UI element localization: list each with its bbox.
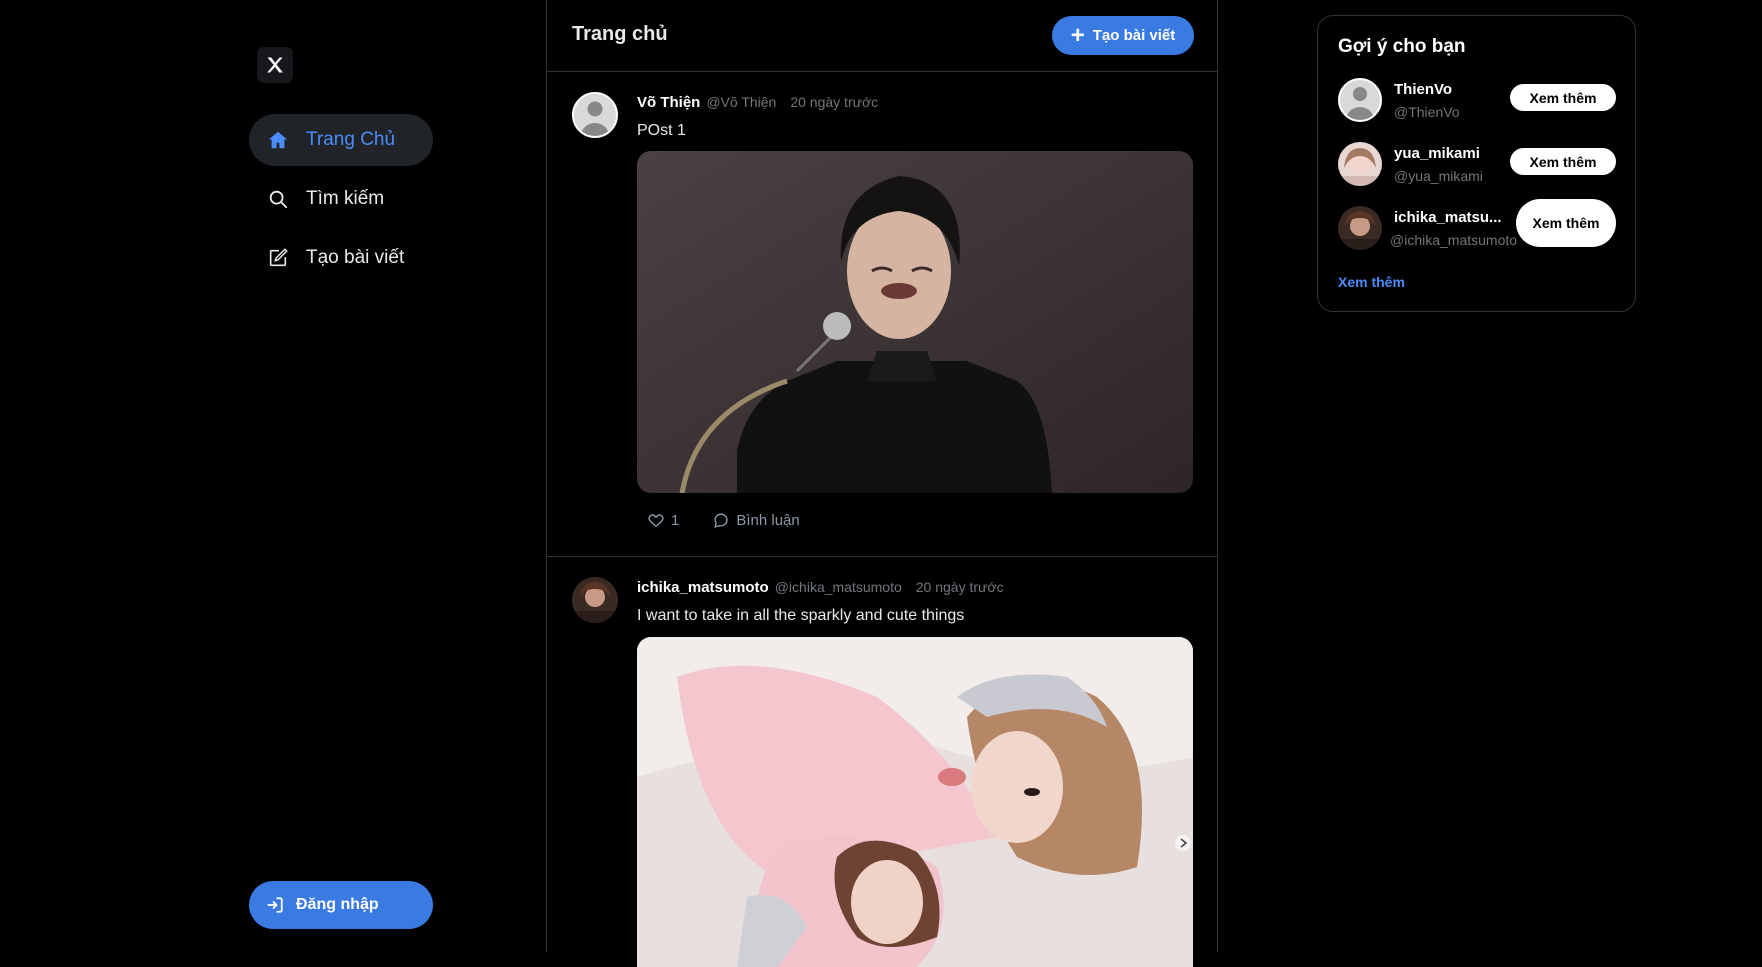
view-more-button[interactable]: Xem thêm: [1510, 84, 1616, 111]
view-more-button[interactable]: Xem thêm: [1510, 148, 1616, 175]
post-image[interactable]: [637, 151, 1193, 493]
post-actions: 1 Bình luận: [647, 511, 800, 529]
suggestion-handle: @ThienVo: [1394, 104, 1460, 120]
suggestion-item: yua_mikami @yua_mikami Xem thêm: [1338, 142, 1618, 188]
edit-icon: [266, 246, 290, 270]
suggestions-title: Gợi ý cho bạn: [1338, 36, 1466, 57]
sidebar-item-home[interactable]: Trang Chủ: [249, 114, 433, 166]
avatar[interactable]: [1338, 206, 1382, 250]
post-card: ichika_matsumoto @ichika_matsumoto 20 ngày…: [547, 557, 1217, 967]
login-label: Đăng nhập: [296, 896, 379, 913]
avatar[interactable]: [1338, 78, 1382, 122]
like-count: 1: [671, 511, 680, 529]
avatar[interactable]: [1338, 142, 1382, 186]
post-text: I want to take in all the sparkly and cu…: [637, 607, 965, 624]
comment-label: Bình luận: [736, 511, 800, 529]
suggestion-name[interactable]: ThienVo: [1394, 81, 1452, 98]
suggestion-handle: @ichika_matsumoto: [1390, 232, 1518, 248]
login-button[interactable]: Đăng nhập: [249, 881, 433, 929]
view-more-button[interactable]: Xem thêm: [1516, 199, 1616, 247]
page-title: Trang chủ: [572, 23, 668, 45]
suggestions-panel: Gợi ý cho bạn ThienVo @ThienVo Xem thêm …: [1317, 15, 1636, 312]
create-post-label: Tạo bài viết: [1092, 27, 1176, 44]
sidebar-item-create-post[interactable]: Tạo bài viết: [249, 232, 433, 284]
sign-in-icon: [266, 896, 284, 914]
suggestion-item: ichika_matsu... @ichika_matsumoto Xem th…: [1338, 199, 1618, 252]
post-card: Võ Thiện @Võ Thiện 20 ngày trước POst 1: [547, 72, 1217, 550]
suggestion-handle: @yua_mikami: [1394, 168, 1483, 184]
author-handle: @Võ Thiện: [706, 94, 777, 110]
avatar[interactable]: [572, 577, 618, 623]
create-post-button[interactable]: + Tạo bài viết: [1052, 16, 1194, 55]
post-meta: ichika_matsumoto @ichika_matsumoto 20 ngày…: [637, 579, 1004, 596]
sidebar-item-search[interactable]: Tìm kiếm: [249, 173, 433, 225]
author-handle: @ichika_matsumoto: [774, 579, 902, 595]
post-text: POst 1: [637, 122, 686, 139]
post-meta: Võ Thiện @Võ Thiện 20 ngày trước: [637, 94, 878, 111]
like-button[interactable]: 1: [647, 511, 679, 529]
post-image[interactable]: [637, 637, 1193, 967]
author-name[interactable]: Võ Thiện: [637, 94, 700, 111]
sidebar-item-label: Trang Chủ: [306, 129, 396, 150]
avatar[interactable]: [572, 92, 618, 138]
author-name[interactable]: ichika_matsumoto: [637, 579, 769, 596]
see-more-link[interactable]: Xem thêm: [1338, 274, 1405, 290]
sidebar-item-label: Tạo bài viết: [306, 247, 405, 268]
sidebar-item-label: Tìm kiếm: [306, 188, 385, 209]
feed-column: Trang chủ + Tạo bài viết Võ Thiện @Võ Thi…: [546, 0, 1218, 967]
comment-button[interactable]: Bình luận: [713, 511, 800, 529]
x-logo-icon[interactable]: [257, 47, 293, 83]
plus-icon: +: [1070, 21, 1085, 49]
suggestion-name[interactable]: yua_mikami: [1394, 145, 1480, 162]
suggestion-item: ThienVo @ThienVo Xem thêm: [1338, 78, 1618, 124]
home-icon: [266, 128, 290, 152]
suggestion-name[interactable]: ichika_matsu...: [1394, 209, 1502, 226]
feed-header: Trang chủ + Tạo bài viết: [547, 0, 1217, 72]
comment-icon: [714, 512, 728, 528]
search-icon: [266, 187, 290, 211]
post-time: 20 ngày trước: [790, 94, 879, 110]
heart-icon: [648, 514, 664, 527]
post-time: 20 ngày trước: [915, 579, 1004, 595]
